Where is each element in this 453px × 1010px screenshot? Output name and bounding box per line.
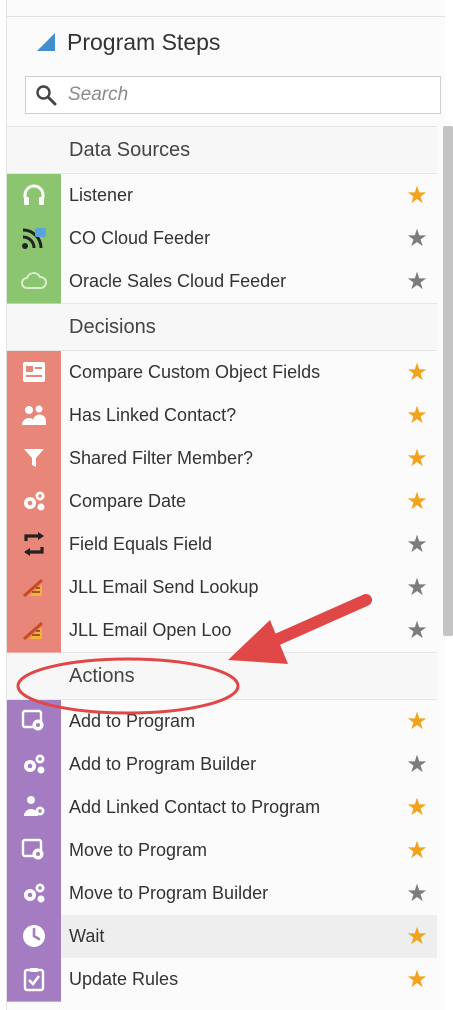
tool-icon	[7, 608, 61, 653]
star-empty-icon[interactable]: ★	[397, 226, 437, 251]
steps-list: Data Sources Listener ★ CO Cloud Feeder ★ Ora…	[7, 126, 437, 1002]
step-label: CO Cloud Feeder	[69, 228, 211, 248]
cloud-icon	[7, 259, 61, 304]
feed-icon	[7, 216, 61, 261]
star-filled-icon[interactable]: ★	[397, 967, 437, 992]
clock-icon	[7, 914, 61, 959]
section-title: Decisions	[69, 315, 156, 338]
tool-icon	[7, 565, 61, 610]
star-filled-icon[interactable]: ★	[397, 709, 437, 734]
swap-icon	[7, 522, 61, 567]
step-label: Move to Program Builder	[69, 883, 269, 903]
step-label: Wait	[69, 926, 105, 946]
step-label: Compare Custom Object Fields	[69, 362, 321, 382]
top-divider	[7, 16, 445, 17]
star-filled-icon[interactable]: ★	[397, 183, 437, 208]
star-filled-icon[interactable]: ★	[397, 489, 437, 514]
star-empty-icon[interactable]: ★	[397, 618, 437, 643]
filter-icon	[7, 436, 61, 481]
program-steps-panel: Program Steps Data SourcesListener★CO Cl…	[6, 0, 453, 1010]
step-label: Field Equals Field	[69, 534, 213, 554]
step-label: Update Rules	[69, 969, 179, 989]
star-empty-icon[interactable]: ★	[397, 575, 437, 600]
form-icon	[7, 350, 61, 395]
star-empty-icon[interactable]: ★	[397, 752, 437, 777]
step-item[interactable]: Add to Program ★	[7, 699, 437, 744]
headphones-icon	[7, 173, 61, 218]
step-item[interactable]: JLL Email Open Loo ★	[7, 608, 437, 653]
step-item[interactable]: Compare Custom Object Fields ★	[7, 350, 437, 395]
panel-title: Program Steps	[67, 28, 221, 55]
step-item[interactable]: Wait ★	[7, 914, 437, 959]
step-item[interactable]: Add Linked Contact to Program ★	[7, 785, 437, 830]
step-label: Oracle Sales Cloud Feeder	[69, 271, 287, 291]
step-item[interactable]: Update Rules ★	[7, 957, 437, 1002]
collapse-triangle-icon[interactable]	[37, 33, 55, 51]
program-icon	[7, 699, 61, 744]
step-item[interactable]: Move to Program ★	[7, 828, 437, 873]
gears-icon	[7, 479, 61, 524]
section-header-actions[interactable]: Actions	[7, 652, 437, 700]
star-filled-icon[interactable]: ★	[397, 924, 437, 949]
step-label: JLL Email Send Lookup	[69, 577, 259, 597]
search-box[interactable]	[25, 76, 441, 114]
scrollbar[interactable]	[443, 126, 453, 636]
search-input[interactable]	[66, 83, 410, 107]
people-icon	[7, 393, 61, 438]
star-filled-icon[interactable]: ★	[397, 360, 437, 385]
step-item[interactable]: Move to Program Builder ★	[7, 871, 437, 916]
step-label: Add to Program Builder	[69, 754, 257, 774]
section-header-decisions[interactable]: Decisions	[7, 303, 437, 351]
step-label: Add Linked Contact to Program	[69, 797, 321, 817]
clipboard-check-icon	[7, 957, 61, 1002]
star-filled-icon[interactable]: ★	[397, 795, 437, 820]
step-item[interactable]: Shared Filter Member? ★	[7, 436, 437, 481]
step-item[interactable]: Compare Date ★	[7, 479, 437, 524]
step-label: Shared Filter Member?	[69, 448, 254, 468]
step-label: Listener	[69, 185, 134, 205]
step-label: JLL Email Open Loo	[69, 620, 232, 640]
step-label: Compare Date	[69, 491, 187, 511]
gears-icon	[7, 742, 61, 787]
step-label: Move to Program	[69, 840, 208, 860]
person-gear-icon	[7, 785, 61, 830]
star-empty-icon[interactable]: ★	[397, 269, 437, 294]
step-label: Has Linked Contact?	[69, 405, 237, 425]
section-title: Data Sources	[69, 138, 191, 161]
star-filled-icon[interactable]: ★	[397, 838, 437, 863]
step-item[interactable]: Has Linked Contact? ★	[7, 393, 437, 438]
section-header-data-sources[interactable]: Data Sources	[7, 126, 437, 174]
gears-icon	[7, 871, 61, 916]
star-empty-icon[interactable]: ★	[397, 532, 437, 557]
panel-header[interactable]: Program Steps	[7, 24, 445, 60]
search-icon	[26, 84, 66, 106]
program-icon	[7, 828, 61, 873]
step-item[interactable]: Add to Program Builder ★	[7, 742, 437, 787]
star-filled-icon[interactable]: ★	[397, 403, 437, 428]
step-item[interactable]: Oracle Sales Cloud Feeder ★	[7, 259, 437, 304]
step-label: Add to Program	[69, 711, 196, 731]
step-item[interactable]: JLL Email Send Lookup ★	[7, 565, 437, 610]
star-empty-icon[interactable]: ★	[397, 881, 437, 906]
step-item[interactable]: Listener ★	[7, 173, 437, 218]
step-item[interactable]: CO Cloud Feeder ★	[7, 216, 437, 261]
star-filled-icon[interactable]: ★	[397, 446, 437, 471]
step-item[interactable]: Field Equals Field ★	[7, 522, 437, 567]
section-title: Actions	[69, 664, 135, 687]
